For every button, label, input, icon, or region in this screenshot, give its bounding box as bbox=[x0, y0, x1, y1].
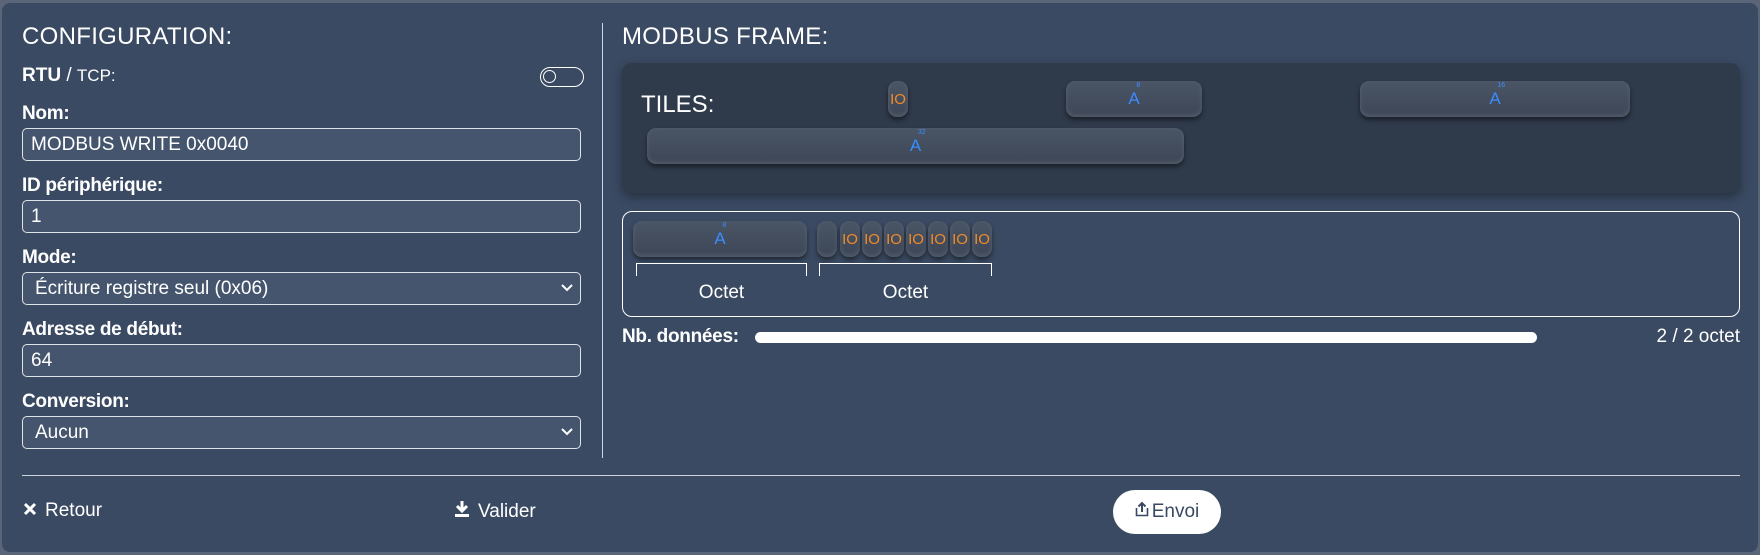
footer-divider bbox=[22, 475, 1740, 476]
name-input[interactable]: MODBUS WRITE 0x0040 bbox=[22, 128, 581, 161]
data-count-row: Nb. données: 2 / 2 octet bbox=[622, 326, 1740, 350]
tiles-label: TILES: bbox=[641, 91, 715, 118]
back-button-label: Retour bbox=[45, 500, 103, 521]
tile-a32[interactable]: A 32 bbox=[647, 128, 1184, 164]
frame-tile-io-label: IO bbox=[974, 230, 990, 248]
configuration-title: CONFIGURATION: bbox=[22, 23, 233, 50]
tile-io-label: IO bbox=[890, 90, 906, 108]
mode-label: Mode: bbox=[22, 247, 77, 268]
frame-tile-io-label: IO bbox=[864, 230, 880, 248]
octet-bracket bbox=[636, 263, 807, 276]
switch-knob bbox=[543, 70, 556, 83]
tile-a32-label: A 32 bbox=[909, 129, 926, 155]
tiles-palette: TILES: IO A8 A 16 A 32 bbox=[622, 63, 1740, 193]
back-button[interactable]: Retour bbox=[23, 500, 102, 522]
conversion-label: Conversion: bbox=[22, 391, 130, 412]
frame-tile-io[interactable]: IO bbox=[862, 221, 882, 257]
tile-io[interactable]: IO bbox=[888, 81, 908, 117]
start-address-input[interactable]: 64 bbox=[22, 344, 581, 377]
send-button[interactable]: Envoi bbox=[1113, 490, 1221, 534]
protocol-switch[interactable] bbox=[540, 67, 584, 87]
frame-tile-io[interactable]: IO bbox=[928, 221, 948, 257]
tile-a16[interactable]: A 16 bbox=[1360, 81, 1630, 117]
close-icon bbox=[23, 500, 37, 522]
upload-icon bbox=[1135, 501, 1149, 523]
tile-a8-label: A8 bbox=[1128, 82, 1141, 108]
frame-tile-io[interactable]: IO bbox=[972, 221, 992, 257]
conversion-select-value: Aucun bbox=[35, 422, 89, 443]
frame-tile-io[interactable]: IO bbox=[884, 221, 904, 257]
conversion-select[interactable]: Aucun bbox=[22, 416, 581, 449]
tile-a16-label: A 16 bbox=[1489, 82, 1506, 108]
device-id-label: ID périphérique: bbox=[22, 175, 163, 196]
name-label: Nom: bbox=[22, 103, 70, 124]
validate-button-label: Valider bbox=[478, 501, 536, 522]
chevron-down-icon bbox=[560, 423, 574, 445]
chevron-down-icon bbox=[560, 279, 574, 301]
send-button-label: Envoi bbox=[1151, 501, 1200, 522]
frame-tile-a8[interactable]: A8 bbox=[633, 221, 807, 257]
modbus-frame-section: MODBUS FRAME: TILES: IO A8 A 16 A 32 A8 I bbox=[622, 23, 1740, 347]
protocol-tcp-label: TCP: bbox=[76, 66, 116, 85]
frame-tile-io-label: IO bbox=[886, 230, 902, 248]
frame-tile-empty[interactable] bbox=[817, 221, 837, 257]
data-count-progress-bar bbox=[755, 332, 1537, 343]
protocol-rtu-label: RTU bbox=[22, 65, 62, 86]
frame-tile-io[interactable]: IO bbox=[906, 221, 926, 257]
octet-label: Octet bbox=[882, 282, 929, 303]
device-id-input[interactable]: 1 bbox=[22, 200, 581, 233]
configuration-section: CONFIGURATION: RTU / TCP: Nom: MODBUS WR… bbox=[22, 23, 584, 449]
start-address-label: Adresse de début: bbox=[22, 319, 183, 340]
frame-tile-io-label: IO bbox=[930, 230, 946, 248]
mode-select[interactable]: Écriture registre seul (0x06) bbox=[22, 272, 581, 305]
data-count-value: 2 / 2 octet bbox=[1656, 326, 1740, 347]
frame-tile-io-label: IO bbox=[842, 230, 858, 248]
protocol-toggle-row: RTU / TCP: bbox=[22, 65, 584, 89]
protocol-separator: / bbox=[61, 65, 77, 86]
tile-a8[interactable]: A8 bbox=[1066, 81, 1202, 117]
main-panel: CONFIGURATION: RTU / TCP: Nom: MODBUS WR… bbox=[2, 3, 1758, 552]
validate-button[interactable]: Valider bbox=[454, 500, 536, 524]
frame-tile-io-label: IO bbox=[952, 230, 968, 248]
frame-builder: A8 IO IO IO IO IO IO IO Octet Octet bbox=[622, 211, 1740, 317]
octet-bracket bbox=[819, 263, 992, 276]
frame-tile-io-label: IO bbox=[908, 230, 924, 248]
frame-tile-io[interactable]: IO bbox=[950, 221, 970, 257]
download-icon bbox=[454, 500, 470, 524]
frame-tile-io[interactable]: IO bbox=[840, 221, 860, 257]
modbus-frame-title: MODBUS FRAME: bbox=[622, 23, 829, 50]
frame-tile-a8-label: A8 bbox=[714, 222, 727, 248]
octet-label: Octet bbox=[698, 282, 745, 303]
mode-select-value: Écriture registre seul (0x06) bbox=[35, 278, 269, 299]
data-count-label: Nb. données: bbox=[622, 326, 739, 347]
column-divider bbox=[602, 23, 603, 458]
